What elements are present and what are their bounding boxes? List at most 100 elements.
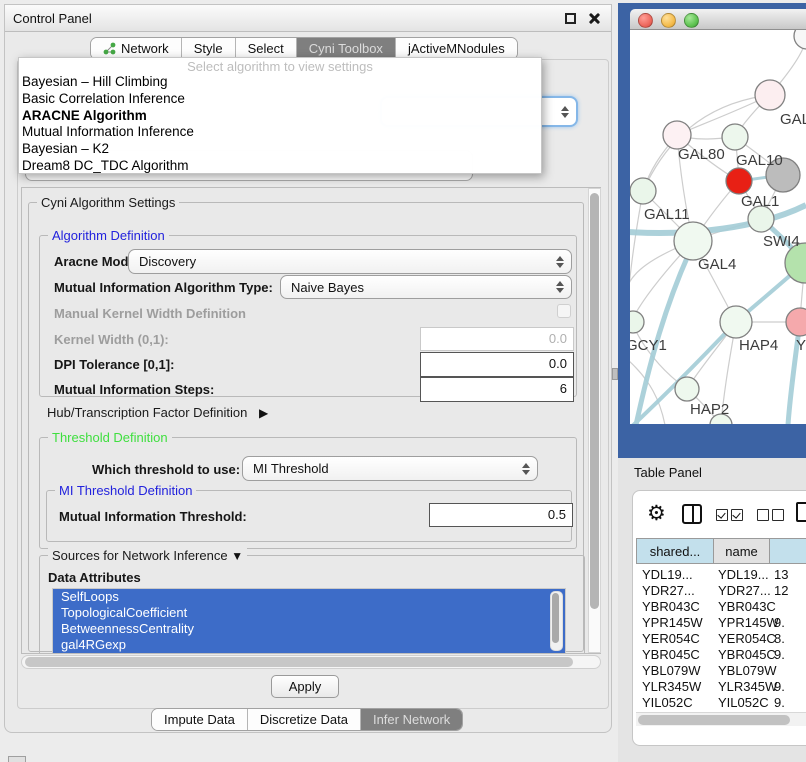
cell: YER054C	[714, 630, 770, 646]
node-gcy1[interactable]	[630, 311, 644, 333]
cell: 9.	[770, 614, 806, 630]
apply-button[interactable]: Apply	[271, 675, 339, 698]
combo-spinner-icon	[556, 256, 564, 268]
mi-steps-label: Mutual Information Steps:	[54, 382, 214, 397]
aracne-mode-combo[interactable]: Discovery	[128, 249, 572, 274]
tab-network[interactable]: Network	[91, 38, 181, 59]
traffic-close-icon[interactable]	[638, 13, 653, 28]
settings-scrollpane: Cyni Algorithm Settings Algorithm Defini…	[21, 187, 601, 654]
cell: YBL079W	[636, 662, 714, 678]
sources-title: Sources for Network Inference ▼	[48, 548, 247, 563]
list-item[interactable]: gal4RGexp	[53, 637, 565, 653]
split-columns-icon[interactable]	[682, 504, 702, 524]
network-window-titlebar[interactable]	[630, 9, 806, 30]
cell: YER054C	[636, 630, 714, 646]
node-hap4[interactable]	[720, 306, 752, 338]
manual-kernel-checkbox[interactable]	[557, 304, 571, 318]
gear-icon[interactable]: ⚙	[647, 504, 666, 524]
menu-item[interactable]: Dream8 DC_TDC Algorithm	[19, 158, 541, 175]
combo-spinner-icon	[556, 281, 564, 293]
cell: YIL052C	[714, 694, 770, 710]
list-vertical-scrollbar[interactable]	[550, 591, 563, 651]
close-icon[interactable]	[587, 11, 601, 25]
cell: YPR145W	[714, 614, 770, 630]
menu-item[interactable]: Basic Correlation Inference	[19, 91, 541, 108]
node-gal11[interactable]	[630, 178, 656, 204]
tab-jactivemnodules[interactable]: jActiveMNodules	[395, 38, 517, 59]
sources-group: Sources for Network Inference ▼ Data Att…	[39, 555, 585, 654]
manual-kernel-label: Manual Kernel Width Definition	[54, 306, 246, 321]
algorithm-definition-group: Algorithm Definition Aracne Mode: Discov…	[39, 235, 577, 397]
vscroll-thumb[interactable]	[590, 193, 599, 609]
tab-style[interactable]: Style	[181, 38, 235, 59]
list-item[interactable]: SelfLoops	[53, 589, 565, 605]
kernel-width-label: Kernel Width (0,1):	[54, 332, 169, 347]
mi-threshold-field[interactable]: 0.5	[429, 503, 573, 527]
combo-spinner-icon	[561, 106, 569, 118]
table-body[interactable]: YDL19...YDL19...13 YDR27...YDR27...12 YB…	[636, 566, 806, 712]
float-window-icon[interactable]	[565, 13, 576, 24]
dpi-tolerance-field[interactable]: 0.0	[420, 352, 574, 377]
node-gal1[interactable]	[726, 168, 752, 194]
network-canvas[interactable]: GAL GAL80 GAL10 GAL1 GAL11 SWI4 GAL4 GCY…	[630, 30, 806, 424]
cell: YIL052C	[636, 694, 714, 710]
node-hap2[interactable]	[675, 377, 699, 401]
bottom-tabbar: Impute Data Discretize Data Infer Networ…	[151, 708, 463, 731]
tab-infer-network[interactable]: Infer Network	[360, 709, 462, 730]
traffic-zoom-icon[interactable]	[684, 13, 699, 28]
hscroll-thumb[interactable]	[25, 657, 573, 667]
node[interactable]	[794, 30, 806, 49]
kernel-width-field[interactable]: 0.0	[420, 327, 574, 351]
node-gal[interactable]	[755, 80, 785, 110]
node-label: HAP4	[739, 337, 778, 354]
settings-vertical-scrollbar[interactable]	[588, 188, 601, 653]
cell: YLR345W	[636, 678, 714, 694]
column-header-partial[interactable]	[770, 538, 806, 564]
node-y[interactable]	[786, 308, 806, 336]
collapsed-arrow-icon: ▶	[259, 406, 268, 420]
dpi-tolerance-label: DPI Tolerance [0,1]:	[54, 357, 174, 372]
column-header-shared[interactable]: shared...	[636, 538, 714, 564]
data-attributes-list[interactable]: SelfLoops TopologicalCoefficient Between…	[52, 588, 566, 654]
tab-impute-data[interactable]: Impute Data	[152, 709, 247, 730]
tab-cyni-toolbox[interactable]: Cyni Toolbox	[296, 38, 395, 59]
table-hscroll-thumb[interactable]	[638, 715, 790, 725]
threshold-definition-title: Threshold Definition	[48, 430, 172, 445]
node-gal80[interactable]	[663, 121, 691, 149]
node-label: GAL80	[678, 146, 725, 163]
menu-item[interactable]: Bayesian – K2	[19, 141, 541, 158]
menu-item[interactable]: Mutual Information Inference	[19, 124, 541, 141]
hub-definition-expander[interactable]: Hub/Transcription Factor Definition ▶	[47, 405, 268, 420]
cell: YBR045C	[636, 646, 714, 662]
menu-item[interactable]: Bayesian – Hill Climbing	[19, 74, 541, 91]
traffic-minimize-icon[interactable]	[661, 13, 676, 28]
node-gal10[interactable]	[722, 124, 748, 150]
cell: YPR145W	[636, 614, 714, 630]
mi-threshold-definition-group: MI Threshold Definition Mutual Informati…	[46, 490, 572, 542]
cell: YDR27...	[714, 582, 770, 598]
new-table-icon[interactable]	[796, 502, 806, 522]
menu-item-selected[interactable]: ARACNE Algorithm	[19, 108, 541, 125]
cell: YDL19...	[714, 566, 770, 582]
list-item[interactable]: TopologicalCoefficient	[53, 605, 565, 621]
minimized-panel-icon[interactable]	[8, 756, 26, 762]
cell: 8.	[770, 630, 806, 646]
tab-discretize-data[interactable]: Discretize Data	[247, 709, 360, 730]
cell: 9.	[770, 694, 806, 710]
settings-horizontal-scrollbar[interactable]	[21, 655, 601, 669]
which-threshold-combo[interactable]: MI Threshold	[242, 456, 538, 481]
table-horizontal-scrollbar[interactable]	[636, 712, 806, 726]
mi-type-combo[interactable]: Naive Bayes	[280, 275, 572, 299]
mi-threshold-definition-title: MI Threshold Definition	[55, 483, 196, 498]
list-item[interactable]: BetweennessCentrality	[53, 621, 565, 637]
column-header-name[interactable]: name	[714, 538, 770, 564]
mi-steps-field[interactable]: 6	[420, 377, 574, 402]
node-label: GAL4	[698, 256, 736, 273]
node-gal4[interactable]	[674, 222, 712, 260]
node-label: GCY1	[630, 337, 667, 354]
expanded-arrow-icon[interactable]: ▼	[231, 549, 243, 563]
tab-select[interactable]: Select	[235, 38, 296, 59]
select-all-checkboxes-icon[interactable]	[716, 509, 746, 524]
tab-network-label: Network	[121, 41, 169, 56]
deselect-all-checkboxes-icon[interactable]	[757, 509, 787, 524]
